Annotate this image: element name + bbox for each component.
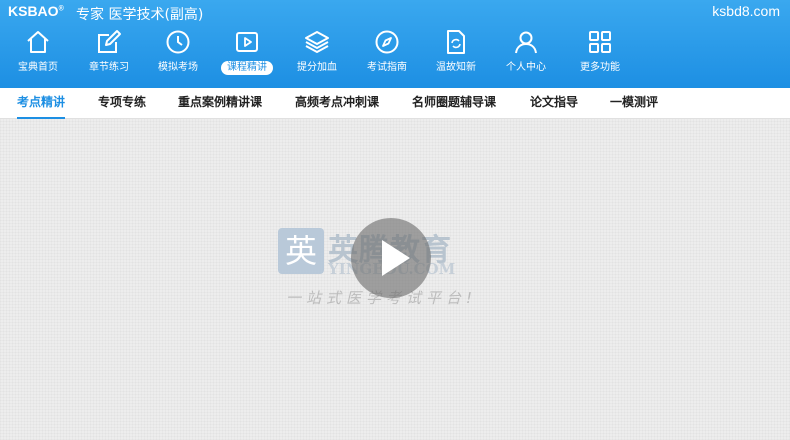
- grid-icon: [589, 31, 611, 53]
- watermark-logo-mark: 英: [278, 228, 324, 274]
- nav-item-profile[interactable]: 个人中心: [491, 26, 561, 86]
- play-triangle-icon: [382, 240, 410, 276]
- app-title: 专家 医学技术(副高): [76, 7, 204, 23]
- tab-sprint-course[interactable]: 高频考点冲刺课: [295, 88, 379, 117]
- tab-tutor-course[interactable]: 名师圈题辅导课: [412, 88, 496, 117]
- nav-item-review[interactable]: 温故知新: [421, 26, 491, 86]
- edit-icon: [98, 30, 121, 53]
- video-play-button[interactable]: [351, 218, 431, 298]
- brand-logo: KSBAO®: [8, 3, 64, 19]
- clock-icon: [166, 30, 190, 54]
- nav-item-boost[interactable]: 提分加血: [282, 26, 352, 86]
- nav-item-course[interactable]: 课程精讲: [212, 26, 282, 86]
- main-nav: 宝典首页 章节练习 模拟考场 课程精讲 提分加血 考试指南 温故知新 个人中心 …: [0, 26, 790, 86]
- nav-item-mock-exam[interactable]: 模拟考场: [143, 26, 213, 86]
- refresh-doc-icon: [447, 30, 465, 54]
- site-url[interactable]: ksbd8.com: [712, 3, 780, 19]
- tab-key-points[interactable]: 考点精讲: [17, 88, 66, 119]
- compass-icon: [375, 30, 399, 54]
- nav-item-guide[interactable]: 考试指南: [352, 26, 422, 86]
- home-icon: [27, 31, 49, 53]
- play-icon: [236, 32, 258, 52]
- tab-mock-test[interactable]: 一模测评: [610, 88, 658, 117]
- tab-thesis-guide[interactable]: 论文指导: [530, 88, 578, 117]
- user-icon: [515, 31, 537, 54]
- sub-tabs: 考点精讲 专项专练 重点案例精讲课 高频考点冲刺课 名师圈题辅导课 论文指导 一…: [0, 88, 790, 119]
- nav-item-more[interactable]: 更多功能: [565, 26, 635, 86]
- tab-special-practice[interactable]: 专项专练: [98, 88, 146, 117]
- nav-item-home[interactable]: 宝典首页: [3, 26, 73, 86]
- header-bar: KSBAO® 专家 医学技术(副高) ksbd8.com 宝典首页 章节练习 模…: [0, 0, 790, 88]
- tab-case-lectures[interactable]: 重点案例精讲课: [178, 88, 262, 117]
- nav-item-chapter[interactable]: 章节练习: [74, 26, 144, 86]
- layers-icon: [305, 31, 329, 53]
